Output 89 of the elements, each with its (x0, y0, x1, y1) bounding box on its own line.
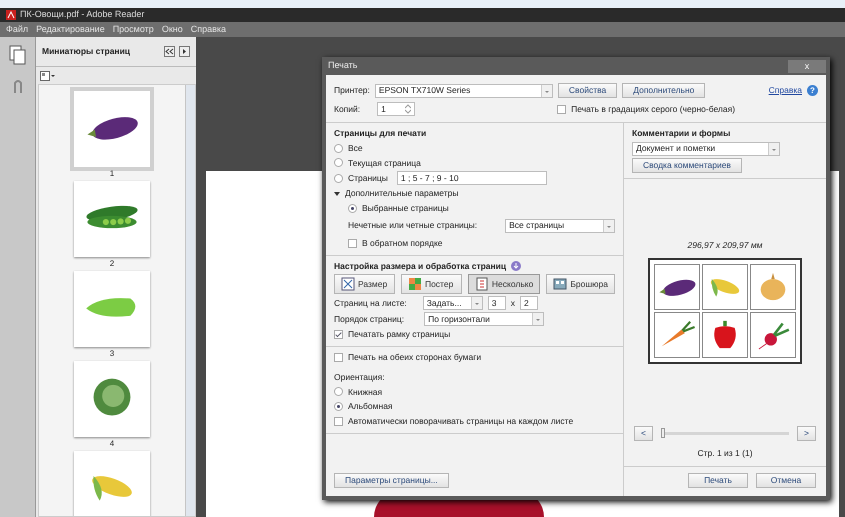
copies-field[interactable]: 1 (377, 102, 416, 116)
checkbox[interactable] (334, 330, 343, 340)
checkbox-label: Печатать рамку страницы (348, 328, 450, 341)
section-title: Настройка размера и обработка страниц (334, 260, 506, 272)
mode-button[interactable]: Постер (400, 274, 462, 294)
menu-item[interactable]: Файл (6, 22, 28, 36)
order-label: Порядок страниц: (334, 312, 404, 326)
section-title: Комментарии и формы (632, 127, 732, 140)
scrollbar[interactable] (185, 85, 195, 516)
checkbox[interactable] (557, 104, 566, 114)
page-thumbnail[interactable] (74, 451, 150, 516)
order-dropdown[interactable]: По горизонтали (424, 312, 544, 326)
page-info: Стр. 1 из 1 (1) (697, 447, 753, 460)
mode-icon (408, 277, 422, 292)
mode-button[interactable]: Брошюра (546, 274, 615, 294)
radio-button[interactable] (334, 144, 343, 153)
copies-label: Копий: (334, 102, 360, 116)
page-setup-button[interactable]: Параметры страницы... (334, 473, 449, 488)
panel-title: Миниатюры страниц (42, 45, 132, 58)
radio-button[interactable] (334, 402, 343, 412)
radio-label: Текущая страница (348, 156, 421, 170)
info-icon[interactable] (511, 260, 522, 271)
expand-panel-icon[interactable] (179, 46, 190, 57)
radio-label: Страницы (348, 172, 388, 185)
mode-icon (474, 277, 489, 292)
radio-label: Альбомная (348, 400, 393, 413)
per-sheet-dropdown[interactable]: Задать... (422, 296, 483, 310)
window-title: ПК-Овощи.pdf - Adobe Reader (20, 8, 144, 22)
page-thumbnail[interactable] (74, 91, 150, 167)
printer-dropdown[interactable]: EPSON TX710W Series (374, 84, 553, 98)
next-page-button[interactable]: > (797, 426, 816, 442)
mode-icon (553, 277, 568, 292)
menu-item[interactable]: Просмотр (112, 22, 154, 36)
paper-size-label: 296,97 x 209,97 мм (688, 238, 762, 252)
checkbox[interactable] (334, 352, 343, 362)
odd-even-label: Нечетные или четные страницы: (348, 219, 478, 232)
page-thumbnail[interactable] (74, 271, 150, 347)
page-number: 1 (110, 168, 114, 180)
page-thumbnail[interactable] (74, 361, 150, 437)
help-link[interactable]: Справка (768, 84, 802, 97)
menu-item[interactable]: Редактирование (36, 22, 105, 36)
radio-button[interactable] (334, 158, 343, 168)
help-icon[interactable]: ? (807, 85, 818, 96)
checkbox[interactable] (348, 238, 357, 248)
spinner-icon[interactable] (405, 104, 412, 114)
orientation-label: Ориентация: (334, 370, 385, 384)
odd-even-dropdown[interactable]: Все страницы (505, 218, 615, 233)
menu-item[interactable]: Окно (162, 22, 183, 36)
mode-button[interactable]: Размер (334, 274, 395, 294)
properties-button[interactable]: Свойства (558, 83, 618, 98)
page-number: 2 (110, 258, 114, 270)
thumbnail-options-icon[interactable] (40, 70, 56, 80)
checkbox-label: Автоматически поворачивать страницы на каждом листе (348, 415, 574, 428)
collapse-panel-icon[interactable] (164, 46, 175, 57)
radio-button[interactable] (334, 387, 343, 396)
disclosure-label: Дополнительные параметры (345, 187, 458, 200)
previous-page-button[interactable]: < (634, 426, 653, 442)
comments-summary-button[interactable]: Сводка комментариев (632, 158, 742, 173)
pages-field[interactable]: 1 ; 5 - 7 ; 9 - 10 (396, 171, 547, 186)
mode-icon (341, 277, 355, 292)
checkbox-label: Печать на обеих сторонах бумаги (348, 351, 482, 364)
print-button[interactable]: Печать (688, 473, 748, 488)
page-number: 4 (110, 438, 114, 450)
checkbox-label: Печать в градациях серого (черно-белая) (571, 102, 736, 116)
radio-label: Книжная (348, 386, 382, 398)
comments-dropdown[interactable]: Документ и пометки (632, 142, 780, 156)
radio-button[interactable] (334, 174, 343, 183)
page-thumbnail[interactable] (74, 181, 150, 257)
advanced-button[interactable]: Дополнительно (622, 83, 706, 98)
close-button[interactable]: x (788, 60, 826, 72)
radio-label: Все (348, 142, 363, 154)
dialog-title: Печать (328, 59, 358, 72)
radio-label: Выбранные страницы (362, 202, 449, 215)
checkbox-label: В обратном порядке (362, 236, 442, 250)
mode-button[interactable]: Несколько (468, 274, 540, 294)
columns-field[interactable]: 3 (488, 296, 506, 310)
section-title: Страницы для печати (334, 127, 428, 140)
pages-icon[interactable] (8, 45, 26, 65)
checkbox[interactable] (334, 416, 343, 426)
menu-item[interactable]: Справка (190, 22, 226, 36)
times-sign: x (510, 296, 516, 310)
app-logo-icon (6, 10, 16, 20)
rows-field[interactable]: 2 (520, 296, 538, 310)
printer-label: Принтер: (334, 84, 370, 97)
radio-button[interactable] (348, 204, 357, 213)
page-number: 3 (110, 348, 114, 360)
page-slider-thumb[interactable] (660, 428, 665, 438)
per-sheet-label: Страниц на листе: (334, 296, 407, 310)
cancel-button[interactable]: Отмена (756, 473, 816, 488)
